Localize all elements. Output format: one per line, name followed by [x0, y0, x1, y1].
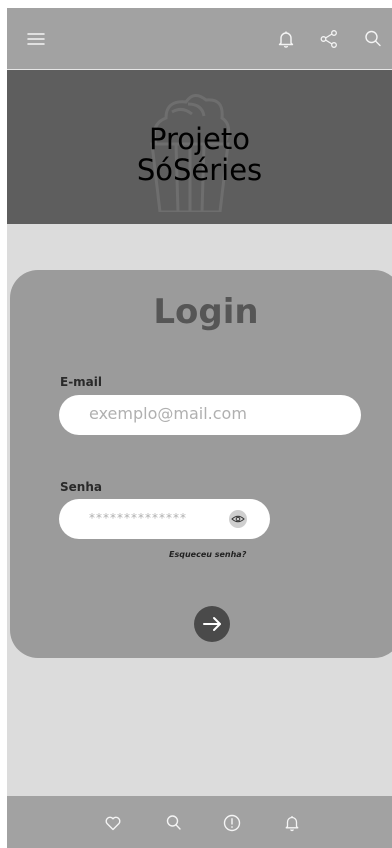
brand-banner: Projeto SóSéries — [7, 70, 392, 224]
arrow-right-icon — [203, 617, 221, 631]
brand-title-line1: Projeto — [148, 122, 251, 156]
app-screen: Projeto SóSéries Login E-mail exemplo@ma… — [7, 8, 392, 848]
brand-title-line2: SóSéries — [136, 153, 263, 187]
eye-icon[interactable] — [229, 510, 247, 528]
email-label: E-mail — [60, 375, 103, 389]
search-icon[interactable] — [362, 28, 384, 50]
email-field[interactable]: exemplo@mail.com — [59, 395, 361, 435]
email-placeholder: exemplo@mail.com — [89, 404, 247, 423]
password-label: Senha — [60, 480, 102, 494]
share-icon[interactable] — [318, 28, 340, 50]
bottom-nav-bar — [7, 796, 392, 848]
login-card: Login — [10, 270, 392, 658]
heart-icon[interactable] — [103, 813, 123, 833]
bell-icon[interactable] — [282, 813, 302, 833]
forgot-password-link[interactable]: Esqueceu senha? — [169, 550, 246, 559]
password-masked-value: ************** — [89, 511, 187, 525]
alert-icon[interactable] — [222, 813, 242, 833]
bell-icon[interactable] — [275, 28, 297, 50]
menu-icon[interactable] — [25, 28, 47, 50]
search-icon[interactable] — [164, 813, 184, 833]
password-field[interactable]: ************** — [59, 499, 270, 539]
submit-button[interactable] — [194, 606, 230, 642]
brand-title: Projeto SóSéries — [7, 124, 392, 186]
top-app-bar — [7, 8, 392, 70]
login-title: Login — [153, 292, 259, 332]
